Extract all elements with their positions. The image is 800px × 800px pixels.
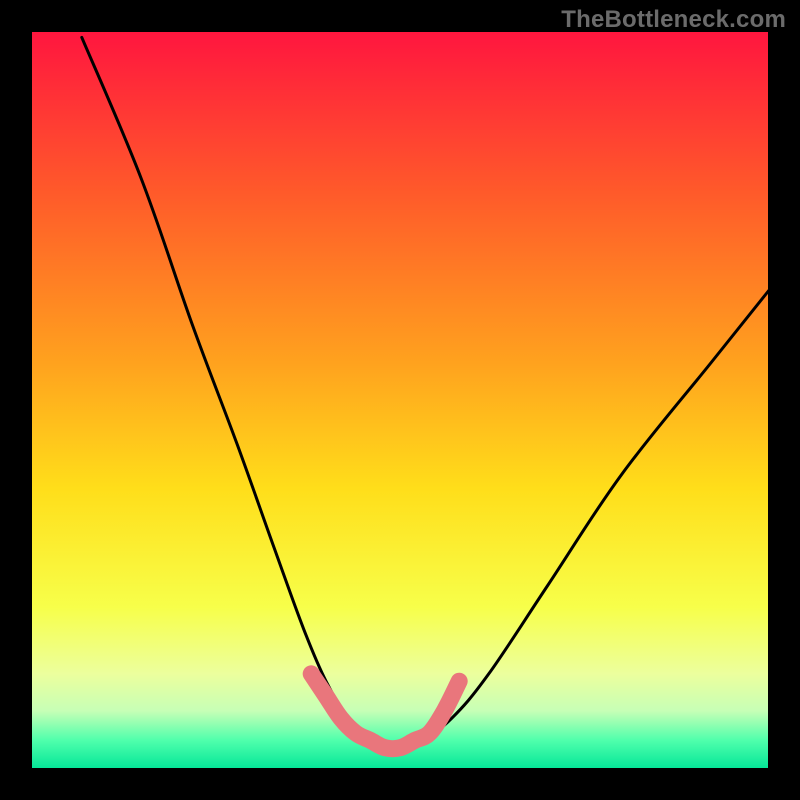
chart-container <box>0 0 800 800</box>
bottleneck-chart <box>0 0 800 800</box>
watermark-text: TheBottleneck.com <box>561 6 786 34</box>
gradient-background <box>30 30 770 770</box>
